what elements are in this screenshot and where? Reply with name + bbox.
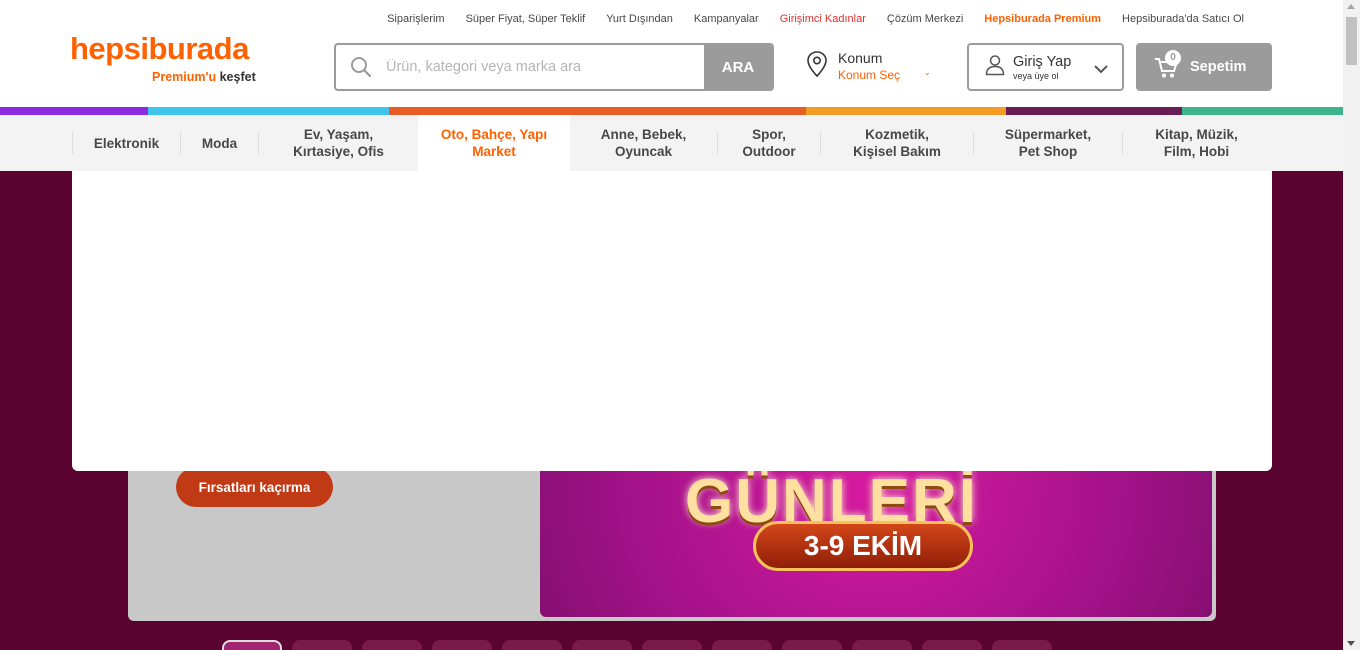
chevron-down-icon: ⌄ — [924, 68, 931, 77]
promo-cta-button[interactable]: Fırsatları kaçırma — [176, 467, 333, 507]
category-supermarket[interactable]: Süpermarket, Pet Shop — [974, 115, 1122, 171]
carousel-thumbnail[interactable] — [712, 640, 772, 650]
scrollbar[interactable] — [1343, 0, 1360, 650]
category-sports[interactable]: Spor, Outdoor — [718, 115, 820, 171]
top-link-orders[interactable]: Siparişlerim — [387, 13, 444, 25]
category-fashion[interactable]: Moda — [181, 115, 258, 171]
carousel-thumbnail[interactable] — [222, 640, 282, 650]
cart-button[interactable]: 0 Sepetim — [1136, 43, 1272, 91]
carousel-thumbnail[interactable] — [502, 640, 562, 650]
carousel-thumbnail[interactable] — [292, 640, 352, 650]
top-link-become-seller[interactable]: Hepsiburada'da Satıcı Ol — [1122, 13, 1244, 25]
top-links: Siparişlerim Süper Fiyat, Süper Teklif Y… — [387, 13, 1244, 25]
top-link-help-center[interactable]: Çözüm Merkezi — [887, 13, 963, 25]
location-action: Konum Seç — [838, 68, 901, 82]
top-link-premium[interactable]: Hepsiburada Premium — [984, 13, 1101, 25]
search-icon — [336, 45, 386, 89]
carousel-thumbnails — [222, 640, 1052, 650]
carousel-thumbnail[interactable] — [572, 640, 632, 650]
login-title: Giriş Yap — [1013, 53, 1072, 70]
color-strip — [0, 107, 1343, 115]
category-mother-baby[interactable]: Anne, Bebek, Oyuncak — [570, 115, 717, 171]
scrollbar-thumb[interactable] — [1346, 17, 1357, 65]
carousel-thumbnail[interactable] — [922, 640, 982, 650]
top-link-campaigns[interactable]: Kampanyalar — [694, 13, 759, 25]
category-home-living[interactable]: Ev, Yaşam, Kırtasiye, Ofis — [259, 115, 418, 171]
logo-premium-tagline[interactable]: Premium'u keşfet — [152, 70, 256, 84]
category-dropdown-panel — [72, 171, 1272, 471]
strip-segment — [806, 107, 1006, 115]
strip-segment — [389, 107, 806, 115]
category-electronics[interactable]: Elektronik — [73, 115, 180, 171]
category-auto-garden[interactable]: Oto, Bahçe, Yapı Market — [418, 115, 570, 171]
cart-icon: 0 — [1154, 50, 1181, 80]
scroll-down-icon[interactable] — [1347, 641, 1355, 646]
strip-segment — [1006, 107, 1182, 115]
location-selector[interactable]: Konum Konum Seç ⌄ — [806, 50, 931, 83]
carousel-thumbnail[interactable] — [992, 640, 1052, 650]
login-button[interactable]: Giriş Yap veya üye ol — [967, 43, 1124, 91]
cart-count-badge: 0 — [1165, 50, 1181, 66]
location-pin-icon — [806, 50, 828, 83]
strip-segment — [0, 107, 148, 115]
strip-segment — [1182, 107, 1343, 115]
category-nav: Elektronik Moda Ev, Yaşam, Kırtasiye, Of… — [0, 115, 1343, 171]
strip-segment — [148, 107, 389, 115]
logo-wordmark: hepsiburada — [70, 31, 249, 66]
login-subtitle: veya üye ol — [1013, 70, 1059, 81]
location-title: Konum — [838, 50, 883, 66]
top-link-abroad[interactable]: Yurt Dışından — [606, 13, 673, 25]
logo-discover-text: keşfet — [219, 70, 256, 84]
carousel-thumbnail[interactable] — [432, 640, 492, 650]
carousel-thumbnail[interactable] — [642, 640, 702, 650]
carousel-thumbnail[interactable] — [362, 640, 422, 650]
site-logo[interactable]: hepsiburada Premium'u keşfet — [70, 31, 256, 85]
cart-label: Sepetim — [1190, 59, 1247, 75]
top-link-women-entrepreneurs[interactable]: Girişimci Kadınlar — [780, 13, 866, 25]
user-icon — [985, 54, 1005, 81]
category-cosmetics[interactable]: Kozmetik, Kişisel Bakım — [821, 115, 973, 171]
search-button[interactable]: ARA — [704, 45, 772, 89]
category-books-music[interactable]: Kitap, Müzik, Film, Hobi — [1123, 115, 1270, 171]
scroll-up-icon[interactable] — [1347, 4, 1355, 9]
chevron-down-icon — [1094, 61, 1108, 79]
promo-dates: 3-9 EKİM — [753, 521, 973, 571]
logo-premium-text: Premium'u — [152, 70, 217, 84]
search-bar: ARA — [334, 43, 774, 91]
carousel-thumbnail[interactable] — [852, 640, 912, 650]
carousel-thumbnail[interactable] — [782, 640, 842, 650]
search-input[interactable] — [386, 45, 704, 89]
top-link-super-price[interactable]: Süper Fiyat, Süper Teklif — [466, 13, 586, 25]
